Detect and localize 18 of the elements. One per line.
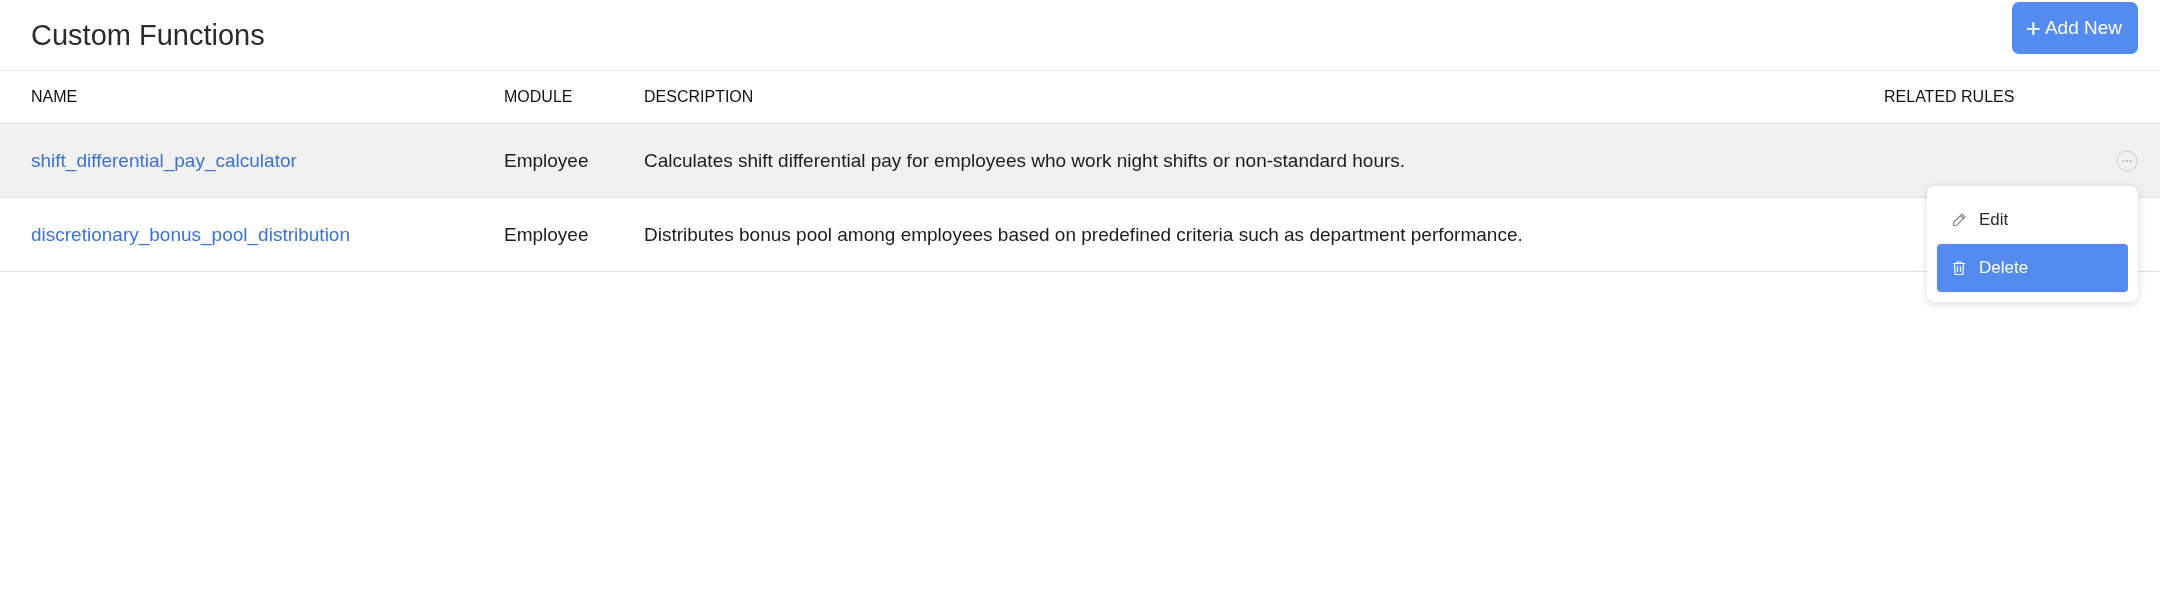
menu-item[interactable]: Edit: [1937, 196, 2128, 244]
plus-icon: +: [2025, 14, 2041, 41]
page-title: Custom Functions: [31, 18, 265, 52]
table-cell: Distributes bonus pool among employees based on predefined criteria such as department performance.: [644, 223, 1523, 246]
table-cell: Employee: [504, 149, 589, 172]
function-name-link[interactable]: shift_differential_pay_calculator: [31, 149, 297, 172]
column-header: RELATED RULES: [1884, 88, 2015, 106]
column-header: MODULE: [504, 88, 573, 106]
table-cell: Calculates shift differential pay for employees who work night shifts or non-standard hours.: [644, 149, 1406, 172]
menu-item[interactable]: Delete: [1937, 244, 2128, 292]
column-header: DESCRIPTION: [644, 88, 754, 106]
trash-icon: [1951, 260, 1967, 276]
function-name-link[interactable]: discretionary_bonus_pool_distribution: [31, 223, 350, 246]
table-cell: Employee: [504, 223, 589, 246]
pencil-icon: [1951, 212, 1967, 228]
add-new-button[interactable]: +Add New: [2011, 1, 2138, 54]
column-header: NAME: [31, 88, 78, 106]
more-options-icon[interactable]: [2116, 149, 2138, 172]
